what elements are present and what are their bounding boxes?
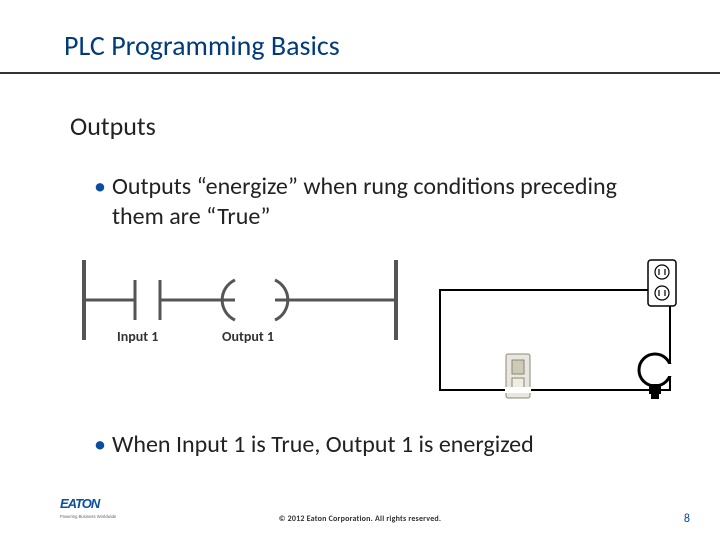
brand-text: EATON bbox=[60, 496, 101, 511]
switch-icon bbox=[505, 354, 531, 398]
ladder-input-label: Input 1 bbox=[117, 328, 158, 345]
title-divider bbox=[0, 72, 720, 74]
bullet-1: • Outputs “energize” when rung condition… bbox=[112, 172, 632, 232]
bullet-1-text: Outputs “energize” when rung conditions … bbox=[112, 172, 617, 231]
circuit-diagram bbox=[430, 260, 690, 420]
slide-title: PLC Programming Basics bbox=[64, 28, 340, 63]
bullet-2-text: When Input 1 is True, Output 1 is energi… bbox=[112, 430, 534, 459]
slide: PLC Programming Basics Outputs • Outputs… bbox=[0, 0, 720, 540]
bullet-dot-icon: • bbox=[94, 172, 106, 202]
ladder-diagram bbox=[80, 260, 400, 360]
outlet-icon bbox=[648, 260, 676, 306]
copyright-text: © 2012 Eaton Corporation. All rights res… bbox=[0, 514, 720, 524]
bullet-2: • When Input 1 is True, Output 1 is ener… bbox=[112, 430, 672, 460]
page-number: 8 bbox=[684, 512, 690, 526]
slide-subtitle: Outputs bbox=[70, 110, 156, 142]
lightbulb-icon bbox=[639, 354, 674, 399]
ladder-output-label: Output 1 bbox=[222, 328, 274, 345]
bullet-dot-icon: • bbox=[94, 430, 106, 460]
